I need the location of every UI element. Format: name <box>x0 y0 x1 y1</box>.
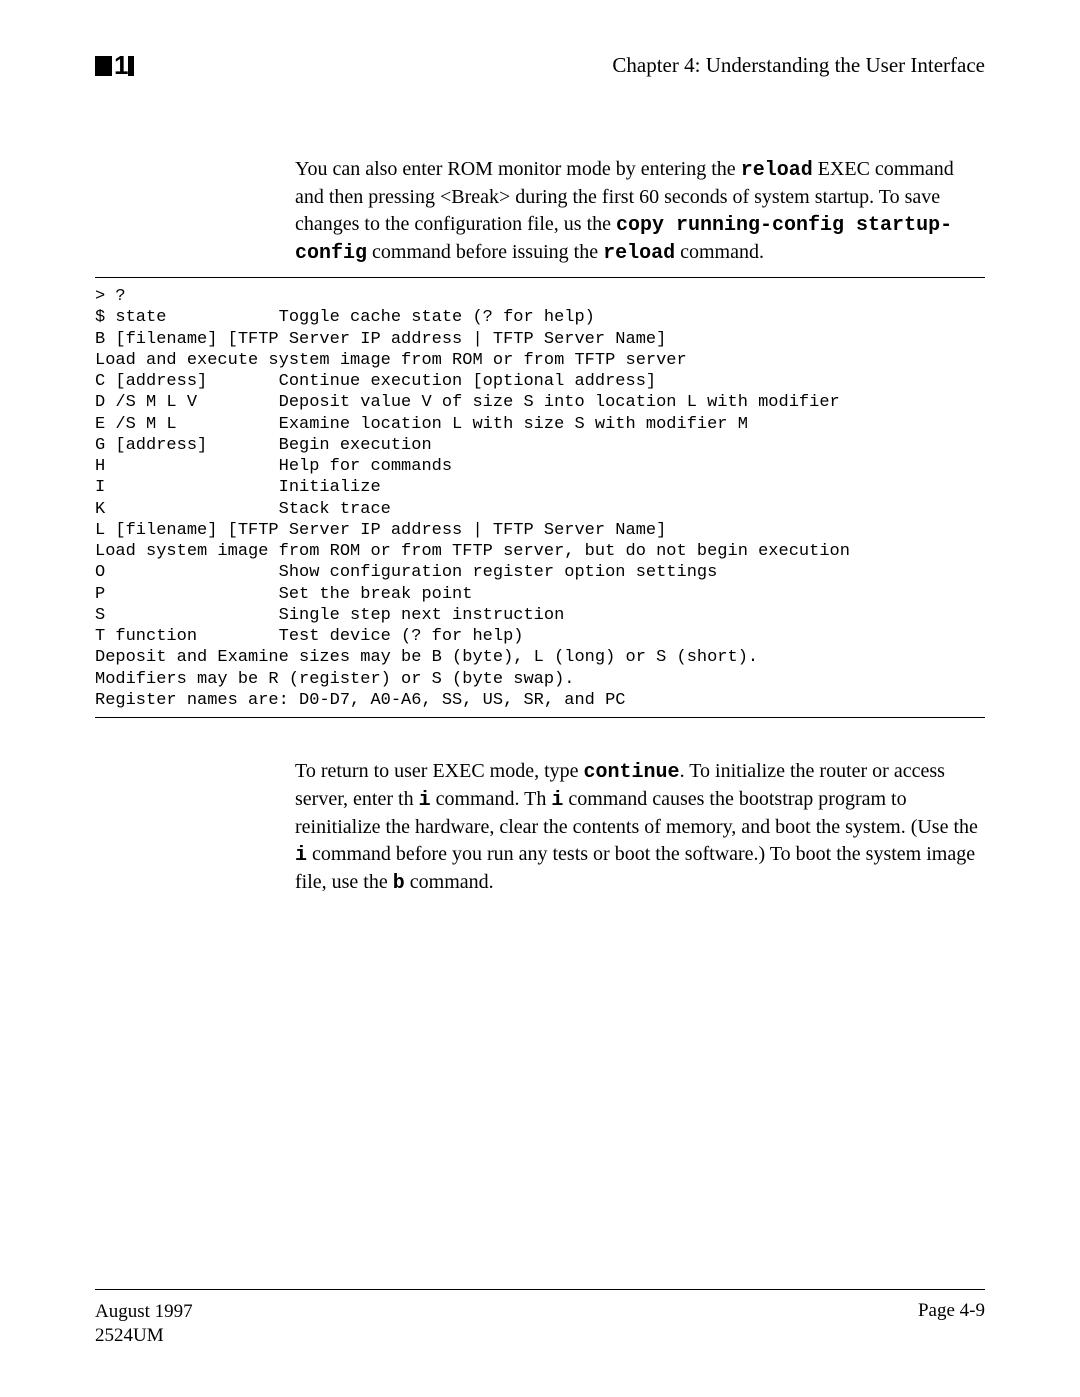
p2-text-6: command. <box>405 871 494 893</box>
p1-text-4: command. <box>675 241 764 263</box>
chapter-title: Chapter 4: Understanding the User Interf… <box>612 53 985 78</box>
p1-text-3: command before issuing the <box>367 241 603 263</box>
page-header: 1 Chapter 4: Understanding the User Inte… <box>95 50 985 81</box>
footer-date: August 1997 <box>95 1300 193 1325</box>
footer-page: Page 4-9 <box>918 1300 985 1349</box>
p2-text-3: command. Th <box>431 788 552 810</box>
footer-doc: 2524UM <box>95 1324 193 1349</box>
p2-cmd-i2: i <box>551 789 563 812</box>
p1-text-1: You can also enter ROM monitor mode by e… <box>295 158 741 180</box>
p2-cmd-b: b <box>393 872 405 895</box>
p2-cmd-i1: i <box>419 789 431 812</box>
page-footer: August 1997 2524UM Page 4-9 <box>95 1289 985 1349</box>
divider-bottom <box>95 717 985 718</box>
p1-cmd-reload: reload <box>741 159 813 182</box>
p2-cmd-i3: i <box>295 844 307 867</box>
terminal-output: > ? $ state Toggle cache state (? for he… <box>95 286 985 711</box>
footer-divider <box>95 1289 985 1290</box>
p2-cmd-continue: continue <box>584 761 680 784</box>
divider-top <box>95 277 985 278</box>
logo: 1 <box>95 50 134 81</box>
p2-text-1: To return to user EXEC mode, type <box>295 760 584 782</box>
p1-cmd-reload2: reload <box>603 242 675 265</box>
paragraph-2: To return to user EXEC mode, type contin… <box>295 758 980 897</box>
paragraph-1: You can also enter ROM monitor mode by e… <box>295 156 980 267</box>
